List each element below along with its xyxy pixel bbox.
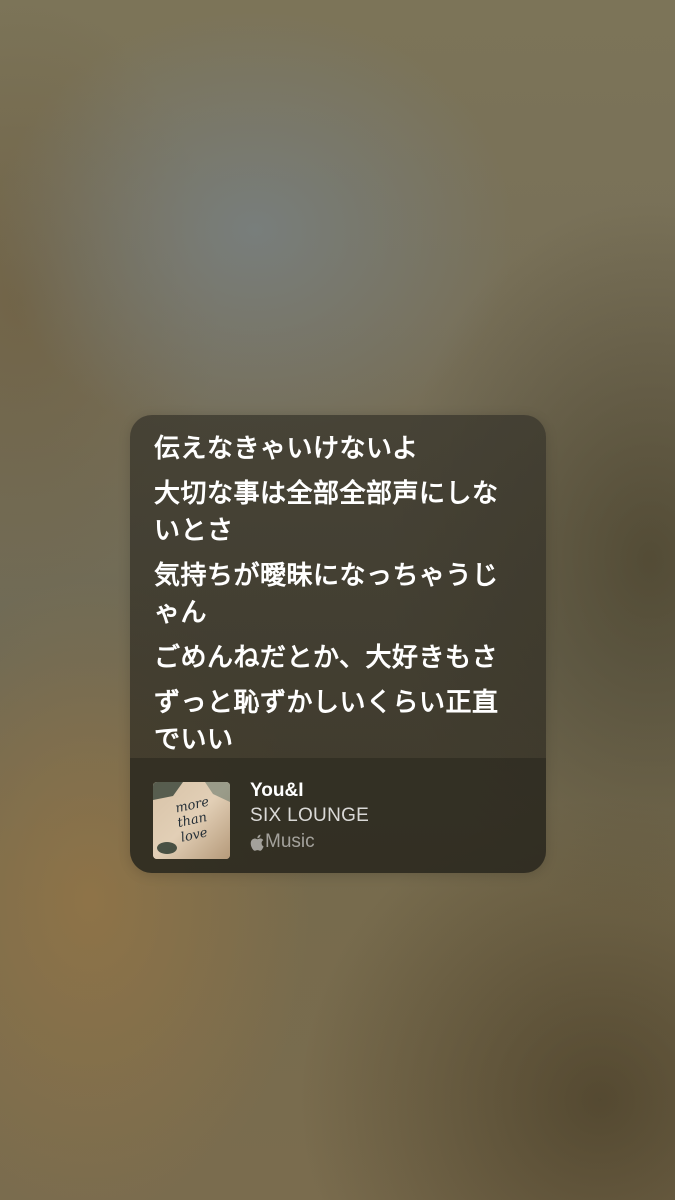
lyric-line: 気持ちが曖昧になっちゃうじゃん xyxy=(154,561,499,628)
lyric-line: ずっと恥ずかしいくらい正直でいい xyxy=(154,688,499,755)
track-info[interactable]: more than love You&I SIX LOUNGE Music xyxy=(130,758,546,873)
service-label: Music xyxy=(250,831,315,853)
track-title: You&I xyxy=(250,780,304,801)
lyric-line: 伝えなきゃいけないよ xyxy=(154,434,419,464)
lyric-line: 大切な事は全部全部声にしないとさ xyxy=(154,479,499,546)
lyric-line: ごめんねだとか、大好きもさ xyxy=(154,643,498,673)
apple-logo-icon xyxy=(250,834,264,851)
service-name: Music xyxy=(265,831,315,852)
lyrics-share-card[interactable]: 伝えなきゃいけないよ 大切な事は全部全部声にしないとさ 気持ちが曖昧になっちゃう… xyxy=(130,415,546,873)
lyrics-section: 伝えなきゃいけないよ 大切な事は全部全部声にしないとさ 気持ちが曖昧になっちゃう… xyxy=(130,415,546,758)
track-artist: SIX LOUNGE xyxy=(250,805,370,826)
album-artwork: more than love xyxy=(153,782,230,859)
